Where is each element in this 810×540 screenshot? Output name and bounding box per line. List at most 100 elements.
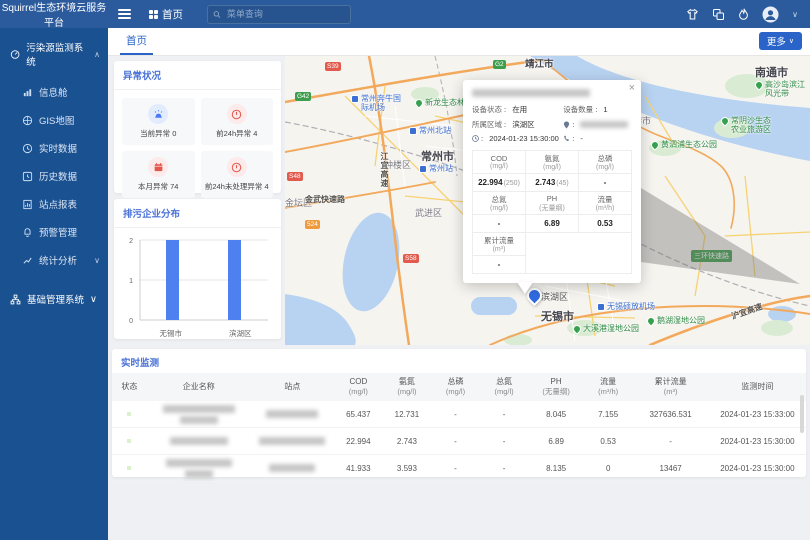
map-label-district: 武进区 xyxy=(415,206,442,219)
stat-current-abnormal[interactable]: 当前异常 0 xyxy=(122,98,195,145)
map-label-city: 无锡市 xyxy=(541,308,574,324)
redacted-station-name xyxy=(266,410,318,418)
stat-24h-unhandled-abnormal[interactable]: 前24h未处理异常 4 xyxy=(201,151,274,198)
location-pin-icon xyxy=(563,121,570,129)
stat-month-abnormal[interactable]: 本月异常 74 xyxy=(122,151,195,198)
redacted-station-name xyxy=(269,464,315,472)
svg-text:2: 2 xyxy=(129,238,133,245)
org-tree-icon xyxy=(10,294,21,305)
table-scrollbar[interactable] xyxy=(800,395,804,433)
poi-pin-icon xyxy=(753,79,764,90)
menu-search[interactable] xyxy=(207,5,351,24)
map-poi: 新龙生态林 xyxy=(415,98,465,107)
redacted-enterprise-name xyxy=(170,437,228,445)
gis-map[interactable]: 靖江市 南通市 张家港市 常州市 钟楼区 武进区 金坛区 无锡市 滨湖区 新龙生… xyxy=(285,56,810,345)
siren-icon xyxy=(148,104,168,124)
redacted-enterprise-name xyxy=(180,416,218,424)
caret-down-icon[interactable]: ∨ xyxy=(94,256,100,265)
road-shield: S48 xyxy=(287,172,303,181)
clock-icon xyxy=(22,143,33,154)
map-poi-transport: 常州北站 xyxy=(409,126,451,135)
sidebar-item-gis-map[interactable]: GIS地图 xyxy=(0,106,108,134)
road-shield: S39 xyxy=(325,62,341,71)
sidebar-item-station-report[interactable]: 站点报表 xyxy=(0,190,108,218)
redacted-enterprise-name xyxy=(185,470,213,478)
svg-text:0: 0 xyxy=(129,318,133,325)
caret-down-icon[interactable]: ∨ xyxy=(90,294,97,305)
bar-chart: 0 1 2 无锡市 滨湖区 xyxy=(114,228,281,339)
report-icon xyxy=(22,199,33,210)
table-row[interactable]: 41.933 3.593 - - 8.135 0 13467 2024-01-2… xyxy=(112,455,806,482)
device-status-value: 在用 xyxy=(512,104,527,115)
redacted-popup-title xyxy=(472,89,590,97)
nav-home-label: 首页 xyxy=(162,7,183,22)
more-button[interactable]: 更多 ∨ xyxy=(759,32,802,50)
popup-metrics-grid: COD(mg/l) 氨氮(mg/l) 总磷(mg/l) 22.994(250) … xyxy=(472,150,632,274)
sidebar-item-history-data[interactable]: 历史数据 xyxy=(0,162,108,190)
close-icon[interactable]: × xyxy=(629,83,635,94)
tab-bar: 首页 更多 ∨ xyxy=(108,28,810,56)
search-icon xyxy=(213,10,221,19)
chevron-down-icon: ∨ xyxy=(789,37,794,45)
sidebar-item-realtime-data[interactable]: 实时数据 xyxy=(0,134,108,162)
search-input[interactable] xyxy=(225,8,345,20)
monitor-time-value: 2024-01-23 15:30:00 xyxy=(489,134,559,143)
app-logo: Squirrel生态环境云服务平台 xyxy=(0,0,108,29)
map-label-city: 南通市 xyxy=(755,64,788,80)
flame-icon[interactable] xyxy=(738,8,749,21)
table-header-row: 状态 企业名称 站点 COD(mg/l) 氨氮(mg/l) 总磷(mg/l) 总… xyxy=(112,373,806,401)
table-row[interactable]: 65.437 12.731 - - 8.045 7.155 327636.531… xyxy=(112,401,806,428)
caret-up-icon[interactable]: ∧ xyxy=(94,50,100,59)
poi-pin-icon xyxy=(719,115,730,126)
bar-wuxi[interactable] xyxy=(166,240,179,320)
sidebar-group-pollution-monitoring[interactable]: 污染源监测系统 ∧ xyxy=(0,28,108,78)
hamburger-menu-icon[interactable] xyxy=(118,9,131,19)
bar-binhu[interactable] xyxy=(228,240,241,320)
compass-icon xyxy=(22,115,33,126)
phone-icon xyxy=(563,135,570,142)
sidebar-item-info-cabin[interactable]: 信息舱 xyxy=(0,78,108,106)
realtime-monitor-panel: 实时监测 状态 企业名称 站点 COD(mg/l) 氨氮(mg/l) 总磷(mg… xyxy=(112,349,806,477)
nav-home[interactable]: 首页 xyxy=(149,7,183,22)
chevron-down-icon[interactable]: ∨ xyxy=(792,10,798,19)
map-poi-transport: 常州站 xyxy=(419,164,453,173)
map-label-city: 常州市 xyxy=(421,148,454,164)
sidebar-group-label: 污染源监测系统 xyxy=(26,40,88,68)
road-shield: S58 xyxy=(403,254,419,263)
layout-screens-icon[interactable] xyxy=(712,8,725,21)
map-poi-transport: 无锡硕放机场 xyxy=(597,302,655,311)
calendar-icon xyxy=(148,157,168,177)
map-poi-transport: 常州奔牛国际机场 xyxy=(351,94,407,112)
sidebar-item-statistics[interactable]: 统计分析 ∨ xyxy=(0,246,108,274)
road-shield: 524 xyxy=(305,220,320,229)
road-shield: G42 xyxy=(295,92,311,101)
map-label-district: 滨湖区 xyxy=(541,290,568,303)
theme-skin-icon[interactable] xyxy=(686,8,699,21)
enterprise-distribution-panel: 排污企业分布 0 1 2 无锡市 滨湖区 xyxy=(114,199,281,339)
device-count-value: 1 xyxy=(603,105,607,114)
stat-24h-abnormal[interactable]: 前24h异常 4 xyxy=(201,98,274,145)
panel-title: 异常状况 xyxy=(114,61,281,90)
station-info-popup: × 设备状态: 在用 设备数量: 1 所属区域: 滨湖区 : : 2024-01… xyxy=(463,80,641,283)
map-road-label: 金武快速路 xyxy=(305,194,345,205)
stat-value: 74 xyxy=(170,182,178,191)
map-poi: 鹅湖湿地公园 xyxy=(647,316,705,325)
grid-icon xyxy=(149,10,158,19)
history-icon xyxy=(22,171,33,182)
clock-alert-icon xyxy=(227,104,247,124)
bar-chart-icon xyxy=(22,87,33,98)
table-row[interactable]: 22.994 2.743 - - 6.89 0.53 - 2024-01-23 … xyxy=(112,428,806,455)
map-poi: 大溪港湿地公园 xyxy=(573,324,639,333)
popup-pointer xyxy=(517,282,533,294)
tab-home[interactable]: 首页 xyxy=(120,28,153,55)
avatar[interactable] xyxy=(762,6,779,23)
map-label-city: 靖江市 xyxy=(525,56,554,70)
panel-title: 排污企业分布 xyxy=(114,199,281,228)
stat-value: 4 xyxy=(264,182,268,191)
sidebar-item-alert-management[interactable]: 预警管理 xyxy=(0,218,108,246)
svg-text:1: 1 xyxy=(129,278,133,285)
map-poi: 黄泗浦生态公园 xyxy=(651,140,717,149)
poi-pin-icon xyxy=(649,139,660,150)
poi-pin-icon xyxy=(413,97,424,108)
sidebar-group-base-management[interactable]: 基础管理系统 ∨ xyxy=(0,282,108,316)
